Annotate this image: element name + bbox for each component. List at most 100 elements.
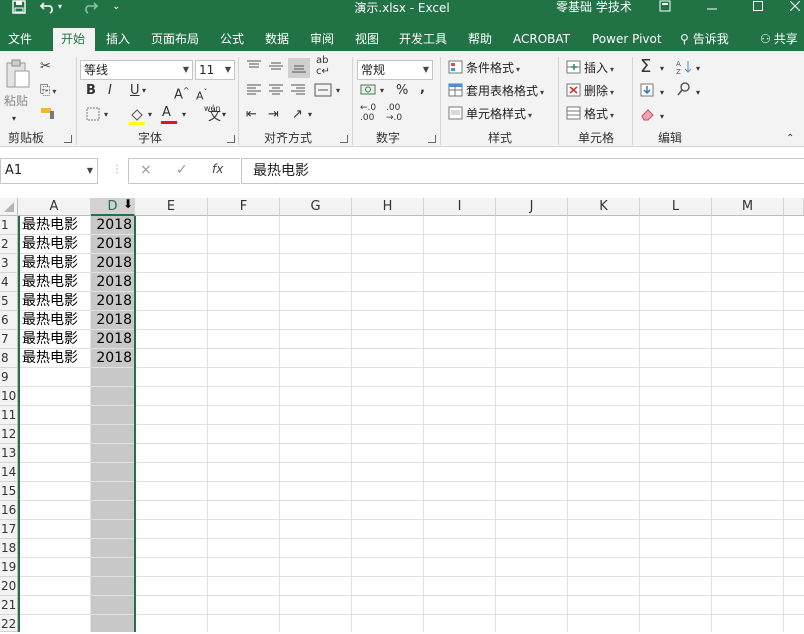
row-header-1[interactable]: 1 [0,216,18,235]
tab-power-pivot[interactable]: Power Pivot [592,28,662,51]
align-top-icon[interactable] [246,59,262,78]
row-header-21[interactable]: 21 [0,596,18,615]
ribbon-display-icon[interactable] [650,0,680,16]
find-select-icon[interactable] [676,81,692,102]
column-header-g[interactable]: G [280,198,352,216]
accounting-format-icon[interactable] [360,83,378,102]
row-header-10[interactable]: 10 [0,387,18,406]
cell-d1[interactable]: 2018 [91,216,135,235]
row-header-14[interactable]: 14 [0,463,18,482]
cell-d3[interactable]: 2018 [91,254,135,273]
cell-a4[interactable]: 最热电影 [18,273,90,292]
decrease-decimal-icon[interactable]: .00 →.0 [386,103,402,123]
tab-file[interactable]: 文件 [8,28,32,51]
accounting-dropdown-icon[interactable]: ▾ [380,83,384,99]
font-size-select[interactable]: 11 ▼ [195,60,235,80]
paste-icon[interactable] [4,59,32,88]
increase-indent-icon[interactable]: ⇥ [268,107,279,123]
column-header-j[interactable]: J [496,198,568,216]
align-middle-icon[interactable] [268,59,284,78]
merge-center-icon[interactable] [314,83,332,102]
cell-a5[interactable]: 最热电影 [18,292,90,311]
percent-button[interactable]: % [396,83,408,99]
tab-view[interactable]: 视图 [355,28,379,51]
row-header-11[interactable]: 11 [0,406,18,425]
italic-button[interactable]: I [108,83,112,99]
conditional-formatting-button[interactable]: 条件格式 ▾ [448,59,520,79]
row-header-6[interactable]: 6 [0,311,18,330]
number-format-select[interactable]: 常规 ▼ [357,60,433,80]
row-header-12[interactable]: 12 [0,425,18,444]
row-header-8[interactable]: 8 [0,349,18,368]
autosum-icon[interactable]: Σ [640,57,651,77]
copy-icon[interactable]: ⎘ ▾ [40,83,56,100]
row-header-16[interactable]: 16 [0,501,18,520]
find-select-dropdown-icon[interactable]: ▾ [696,85,700,101]
column-header-m[interactable]: M [712,198,784,216]
fill-down-icon[interactable] [640,83,656,102]
enter-icon[interactable]: ✓ [176,162,188,178]
column-header-next[interactable] [784,198,804,216]
format-as-table-button[interactable]: 套用表格格式 ▾ [448,82,544,102]
insert-function-icon[interactable]: fx [212,162,223,176]
tab-acrobat[interactable]: ACROBAT [513,28,570,51]
grow-font-button[interactable]: A^ [174,83,190,103]
cell-d7[interactable]: 2018 [91,330,135,349]
row-header-9[interactable]: 9 [0,368,18,387]
align-center-icon[interactable] [268,83,284,102]
borders-icon[interactable] [86,107,102,126]
cell-a8[interactable]: 最热电影 [18,349,90,368]
cell-a1[interactable]: 最热电影 [18,216,90,235]
row-header-5[interactable]: 5 [0,292,18,311]
cell-d8[interactable]: 2018 [91,349,135,368]
align-bottom-icon[interactable] [288,58,310,78]
font-color-dropdown-icon[interactable]: ▾ [182,107,186,123]
row-header-15[interactable]: 15 [0,482,18,501]
select-all-corner[interactable] [0,198,18,216]
name-box[interactable]: A1 ▼ [0,158,98,184]
wrap-text-icon[interactable]: ab c↵ [316,55,330,77]
insert-cells-button[interactable]: 插入 ▾ [566,59,614,79]
row-header-18[interactable]: 18 [0,539,18,558]
format-cells-button[interactable]: 格式 ▾ [566,105,614,125]
close-icon[interactable] [780,0,804,16]
orientation-dropdown-icon[interactable]: ▾ [308,107,312,123]
cell-d4[interactable]: 2018 [91,273,135,292]
cell-d6[interactable]: 2018 [91,311,135,330]
orientation-icon[interactable]: ↗ [292,107,303,123]
row-header-7[interactable]: 7 [0,330,18,349]
merge-dropdown-icon[interactable]: ▾ [336,83,340,99]
underline-dropdown-icon[interactable]: ▾ [142,83,146,99]
column-header-f[interactable]: F [208,198,280,216]
decrease-indent-icon[interactable]: ⇤ [246,107,257,123]
tab-insert[interactable]: 插入 [106,28,130,51]
column-header-e[interactable]: E [135,198,208,216]
row-header-4[interactable]: 4 [0,273,18,292]
paste-dropdown-icon[interactable]: ▾ [12,111,16,127]
borders-dropdown-icon[interactable]: ▾ [104,107,108,123]
fill-color-icon[interactable] [128,107,146,130]
tab-review[interactable]: 审阅 [310,28,334,51]
cancel-icon[interactable]: × [140,162,152,178]
cell-d2[interactable]: 2018 [91,235,135,254]
tell-me-search[interactable]: ⚲ 告诉我 [680,28,729,51]
cell-styles-button[interactable]: 单元格样式 ▾ [448,105,532,125]
column-header-k[interactable]: K [568,198,640,216]
row-header-2[interactable]: 2 [0,235,18,254]
tab-developer[interactable]: 开发工具 [399,28,447,51]
align-right-icon[interactable] [290,83,306,102]
clipboard-launcher-icon[interactable] [64,135,72,143]
number-launcher-icon[interactable] [428,135,436,143]
increase-decimal-icon[interactable]: ←.0.00 [360,103,376,123]
bold-button[interactable]: B [86,83,96,99]
cell-a2[interactable]: 最热电影 [18,235,90,254]
tab-data[interactable]: 数据 [265,28,289,51]
clear-icon[interactable] [640,107,656,126]
comma-style-button[interactable]: , [420,81,425,97]
cell-a6[interactable]: 最热电影 [18,311,90,330]
fill-color-dropdown-icon[interactable]: ▾ [148,107,152,123]
tab-page-layout[interactable]: 页面布局 [151,28,199,51]
formula-input[interactable]: 最热电影 [241,158,804,184]
row-header-22[interactable]: 22 [0,615,18,632]
row-header-17[interactable]: 17 [0,520,18,539]
